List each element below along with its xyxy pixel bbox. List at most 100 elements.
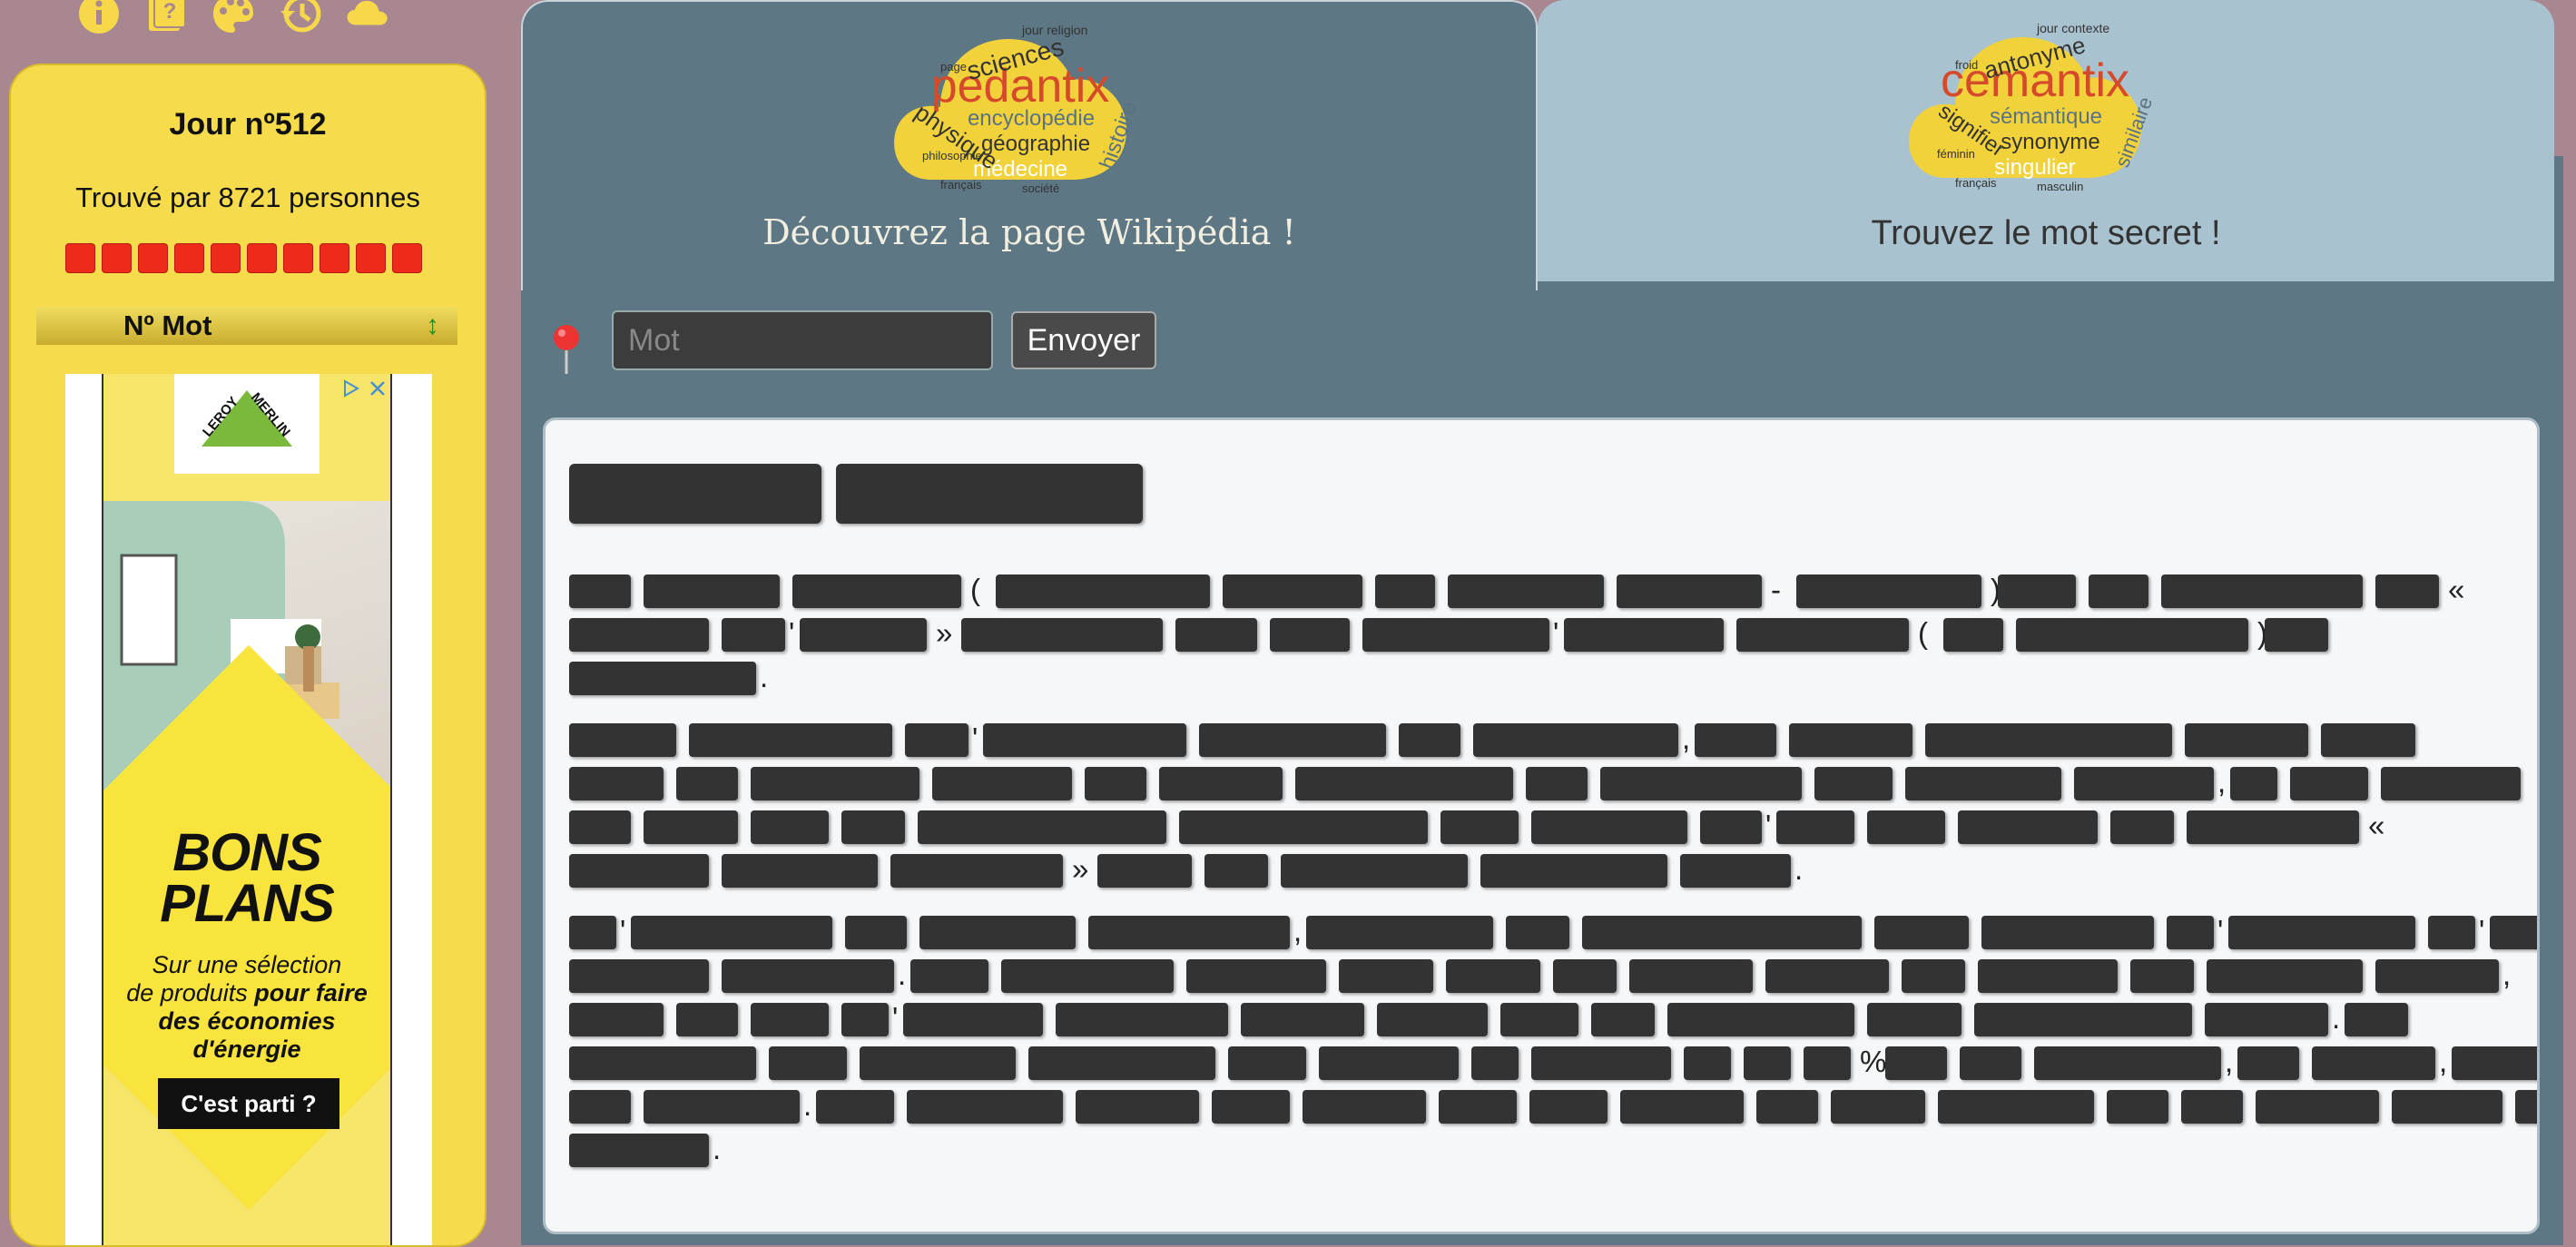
masked-word[interactable] (1377, 1003, 1488, 1036)
masked-word[interactable] (1564, 618, 1724, 652)
cloud-icon[interactable] (345, 0, 390, 36)
masked-word[interactable] (1529, 1090, 1608, 1124)
masked-word[interactable] (569, 916, 616, 949)
masked-word[interactable] (569, 810, 631, 844)
sort-icon[interactable]: ↕ (426, 310, 439, 341)
masked-word[interactable] (1695, 723, 1776, 757)
masked-word[interactable] (1440, 810, 1519, 844)
tab-title[interactable]: Découvrez la page Wikipédia ! (523, 212, 1536, 252)
masked-word[interactable] (2228, 916, 2415, 949)
masked-word[interactable] (1306, 916, 1493, 949)
masked-word[interactable] (1776, 810, 1854, 844)
masked-word[interactable] (918, 810, 1166, 844)
masked-word[interactable] (676, 767, 738, 800)
masked-word[interactable] (2187, 810, 2359, 844)
masked-word[interactable] (1617, 574, 1762, 608)
word-input[interactable]: Mot (612, 310, 993, 370)
masked-word[interactable] (569, 618, 709, 652)
masked-word[interactable] (2016, 618, 2248, 652)
guess-table-header[interactable]: Nº Mot ↕ (36, 307, 457, 345)
masked-word[interactable] (2265, 618, 2328, 652)
masked-word[interactable] (919, 916, 1076, 949)
masked-word[interactable] (1241, 1003, 1364, 1036)
masked-word[interactable] (751, 1003, 829, 1036)
masked-word[interactable] (1943, 618, 2003, 652)
masked-word[interactable] (890, 854, 1063, 888)
masked-word[interactable] (1228, 1046, 1306, 1080)
masked-word[interactable] (631, 916, 832, 949)
masked-word[interactable] (2207, 959, 2363, 993)
masked-word[interactable] (569, 854, 709, 888)
location-pin-icon[interactable] (548, 323, 585, 376)
masked-word[interactable] (722, 959, 894, 993)
masked-word[interactable] (1531, 1046, 1671, 1080)
masked-word[interactable] (905, 723, 968, 757)
masked-word[interactable] (722, 618, 785, 652)
masked-word[interactable] (2321, 723, 2415, 757)
masked-word[interactable] (1744, 1046, 1791, 1080)
masked-word[interactable] (1446, 959, 1540, 993)
masked-word[interactable] (792, 574, 961, 608)
masked-word[interactable] (1399, 723, 1460, 757)
masked-word[interactable] (1303, 1090, 1426, 1124)
masked-word[interactable] (2375, 959, 2499, 993)
masked-word[interactable] (961, 618, 1163, 652)
masked-word[interactable] (1097, 854, 1192, 888)
info-icon[interactable] (76, 0, 122, 36)
masked-word[interactable] (1804, 1046, 1851, 1080)
masked-word[interactable] (569, 662, 756, 695)
masked-word[interactable] (1212, 1090, 1290, 1124)
close-icon[interactable] (367, 378, 388, 399)
masked-word[interactable] (1270, 618, 1350, 652)
advertisement[interactable]: LEROY MERLIN BONS PLANS Sur une sélectio… (65, 374, 432, 1245)
masked-word[interactable] (1526, 767, 1588, 800)
masked-word[interactable] (2237, 1046, 2299, 1080)
masked-word[interactable] (1765, 959, 1889, 993)
masked-word[interactable] (1375, 574, 1435, 608)
masked-word[interactable] (2290, 767, 2368, 800)
masked-word[interactable] (569, 574, 631, 608)
masked-word[interactable] (1885, 1046, 1947, 1080)
masked-word[interactable] (2375, 574, 2439, 608)
masked-word[interactable] (903, 1003, 1043, 1036)
masked-word[interactable] (2167, 916, 2214, 949)
masked-word[interactable] (1667, 1003, 1854, 1036)
masked-word[interactable] (2230, 767, 2277, 800)
masked-word[interactable] (722, 854, 878, 888)
masked-word[interactable] (2490, 916, 2537, 949)
masked-word[interactable] (1978, 959, 2118, 993)
masked-word[interactable] (689, 723, 892, 757)
masked-word[interactable] (1591, 1003, 1655, 1036)
masked-word[interactable] (2312, 1046, 2435, 1080)
masked-word[interactable] (569, 723, 676, 757)
masked-word[interactable] (1867, 1003, 1961, 1036)
masked-word[interactable] (1056, 1003, 1228, 1036)
masked-word[interactable] (2428, 916, 2475, 949)
masked-word[interactable] (2034, 1046, 2221, 1080)
masked-word[interactable] (1480, 854, 1667, 888)
masked-word[interactable] (1531, 810, 1687, 844)
masked-word[interactable] (1001, 959, 1174, 993)
palette-icon[interactable] (211, 0, 256, 36)
masked-word[interactable] (1076, 1090, 1199, 1124)
masked-word[interactable] (2185, 723, 2308, 757)
masked-word[interactable] (1789, 723, 1912, 757)
masked-word[interactable] (1925, 723, 2172, 757)
masked-word[interactable] (2345, 1003, 2408, 1036)
masked-word[interactable] (1629, 959, 1753, 993)
masked-word[interactable] (1960, 1046, 2021, 1080)
masked-word[interactable] (2130, 959, 2194, 993)
masked-word[interactable] (1998, 574, 2076, 608)
masked-word[interactable] (845, 916, 907, 949)
masked-word[interactable] (644, 574, 780, 608)
masked-word[interactable] (1281, 854, 1468, 888)
masked-word[interactable] (816, 1090, 894, 1124)
masked-word[interactable] (1319, 1046, 1459, 1080)
masked-word[interactable] (1600, 767, 1802, 800)
masked-word[interactable] (910, 959, 988, 993)
masked-word[interactable] (1553, 959, 1617, 993)
masked-word[interactable] (860, 1046, 1016, 1080)
help-icon[interactable]: ? (143, 0, 189, 36)
ad-banner[interactable]: LEROY MERLIN BONS PLANS Sur une sélectio… (102, 374, 392, 1245)
masked-word[interactable] (1500, 1003, 1578, 1036)
